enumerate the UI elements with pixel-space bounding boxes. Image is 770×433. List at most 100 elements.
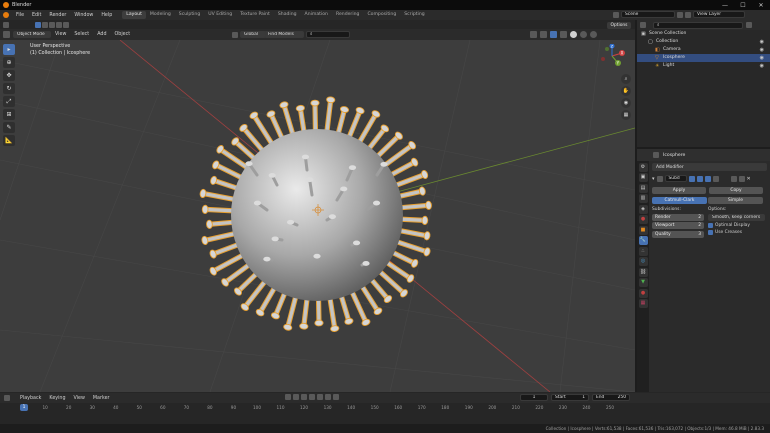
menu-help[interactable]: Help — [97, 13, 116, 18]
rendered-shading-icon[interactable] — [590, 31, 597, 38]
physics-tab-icon[interactable]: ◎ — [638, 257, 648, 266]
minimize-button[interactable]: — — [716, 0, 734, 10]
jump-end-icon[interactable] — [333, 394, 339, 400]
tab-uv-editing[interactable]: UV Editing — [204, 11, 236, 19]
catmull-clark-button[interactable]: Catmull-Clark — [652, 197, 707, 204]
filter-icon[interactable] — [746, 22, 752, 28]
visibility-eye-icon[interactable]: ◉ — [760, 46, 764, 54]
mode-dropdown[interactable]: Object Mode — [13, 31, 51, 38]
viewport-levels-field[interactable]: Viewport 2 — [652, 222, 704, 229]
menu-file[interactable]: File — [12, 13, 28, 18]
menu-render[interactable]: Render — [45, 13, 70, 18]
blender-menu-icon[interactable] — [3, 12, 9, 18]
visibility-icon[interactable] — [530, 31, 537, 38]
cage-toggle-icon[interactable] — [712, 175, 719, 182]
zoom-icon[interactable]: ⌕ — [621, 74, 631, 84]
menu-timeline-view[interactable]: View — [70, 396, 89, 401]
tab-rendering[interactable]: Rendering — [332, 11, 363, 19]
modifier-name-input[interactable]: Subd — [664, 175, 687, 182]
scene-field[interactable]: Scene — [621, 11, 675, 18]
tab-scripting[interactable]: Scripting — [400, 11, 428, 19]
select-box-icon[interactable]: ▸ — [3, 44, 15, 55]
perspective-grid-icon[interactable]: ▦ — [621, 110, 631, 120]
maximize-button[interactable]: ☐ — [734, 0, 752, 10]
particles-tab-icon[interactable]: ∴ — [638, 246, 648, 256]
visibility-eye-icon[interactable]: ◉ — [760, 62, 764, 70]
editor-type-icon[interactable] — [3, 21, 9, 28]
gizmo-toggle-icon[interactable] — [540, 31, 547, 38]
jump-start-icon[interactable] — [293, 394, 299, 400]
outliner-row[interactable]: ▣ Scene Collection — [637, 30, 770, 38]
transform-icon[interactable]: ⊞ — [3, 109, 15, 120]
output-tab-icon[interactable]: ▤ — [638, 183, 648, 193]
next-key-icon[interactable] — [325, 394, 331, 400]
outliner-row[interactable]: ▢ Collection ◉ — [637, 38, 770, 46]
move-down-icon[interactable] — [738, 175, 745, 182]
use-creases-checkbox[interactable] — [708, 230, 713, 235]
view-layer-field[interactable]: View Layer — [693, 11, 745, 18]
orientation-dropdown[interactable]: Global — [240, 31, 266, 38]
data-tab-icon[interactable]: ▼ — [638, 278, 648, 287]
material-shading-icon[interactable] — [580, 31, 587, 38]
material-tab-icon[interactable]: ● — [638, 288, 648, 298]
annotate-icon[interactable]: ✎ — [3, 122, 15, 133]
object-tab-icon[interactable]: ■ — [638, 225, 648, 235]
modifier-tab-icon[interactable]: 🔧 — [638, 236, 648, 245]
move-up-icon[interactable] — [730, 175, 737, 182]
viewport-type-icon[interactable] — [3, 31, 10, 38]
timeline-type-icon[interactable] — [4, 395, 10, 401]
menu-marker[interactable]: Marker — [89, 396, 114, 401]
find-models-button[interactable]: Find Models — [264, 31, 304, 38]
3d-viewport[interactable]: User Perspective (1) Collection | Icosph… — [0, 40, 635, 392]
measure-icon[interactable]: 📐 — [3, 135, 15, 146]
rotate-icon[interactable]: ↻ — [3, 83, 15, 94]
menu-playback[interactable]: Playback — [16, 396, 45, 401]
world-tab-icon[interactable]: ● — [638, 215, 648, 224]
select-mode-new-icon[interactable] — [35, 21, 41, 28]
move-icon[interactable]: ✥ — [3, 70, 15, 81]
uv-smooth-dropdown[interactable]: Smooth, keep corners — [708, 214, 765, 221]
outliner-type-icon[interactable] — [640, 22, 646, 28]
visibility-eye-icon[interactable]: ◉ — [760, 54, 764, 62]
collapse-chevron-icon[interactable]: ▾ — [652, 176, 655, 182]
render-tab-icon[interactable]: ▣ — [638, 173, 648, 182]
camera-view-icon[interactable]: ◉ — [621, 98, 631, 108]
start-frame-field[interactable]: Start 1 — [551, 394, 589, 401]
tab-layout[interactable]: Layout — [122, 11, 146, 19]
select-mode-invert-icon[interactable] — [56, 21, 62, 28]
tab-shading[interactable]: Shading — [274, 11, 301, 19]
options-button[interactable]: Options — [607, 22, 631, 29]
solid-shading-icon[interactable] — [570, 31, 577, 38]
select-mode-subtract-icon[interactable] — [49, 21, 55, 28]
scale-icon[interactable]: ⤢ — [3, 96, 15, 107]
frame-ruler[interactable]: 1102030405060708090100110120130140150160… — [0, 404, 635, 413]
viewport-toggle-icon[interactable] — [696, 175, 703, 182]
simple-button[interactable]: Simple — [708, 197, 763, 204]
tab-animation[interactable]: Animation — [301, 11, 332, 19]
menu-add[interactable]: Add — [93, 32, 110, 37]
close-button[interactable]: ✕ — [752, 0, 770, 10]
apply-button[interactable]: Apply — [652, 187, 706, 194]
record-icon[interactable] — [285, 394, 291, 400]
end-frame-field[interactable]: End 250 — [592, 394, 630, 401]
view-layer-tab-icon[interactable]: ▥ — [638, 194, 648, 203]
prev-key-icon[interactable] — [301, 394, 307, 400]
menu-view[interactable]: View — [51, 32, 70, 37]
remove-modifier-icon[interactable]: ✕ — [747, 176, 751, 182]
playhead[interactable]: 1 — [20, 404, 28, 411]
render-levels-field[interactable]: Render 2 — [652, 214, 704, 221]
scene-tab-icon[interactable]: ◈ — [638, 204, 648, 214]
tab-sculpting[interactable]: Sculpting — [175, 11, 204, 19]
overlay-toggle-icon[interactable] — [550, 31, 557, 38]
outliner-search-input[interactable]: ⌕ — [653, 21, 743, 29]
menu-keying[interactable]: Keying — [45, 396, 69, 401]
copy-button[interactable]: Copy — [709, 187, 763, 194]
new-scene-icon[interactable] — [677, 11, 683, 18]
tool-tab-icon[interactable]: ⚙ — [638, 162, 648, 172]
play-reverse-icon[interactable] — [309, 394, 315, 400]
optimal-display-checkbox[interactable] — [708, 223, 713, 228]
add-modifier-dropdown[interactable]: Add Modifier — [652, 163, 767, 171]
menu-object[interactable]: Object — [111, 32, 135, 37]
outliner-row[interactable]: ▽ Icosphere ◉ — [637, 54, 770, 62]
play-icon[interactable] — [317, 394, 323, 400]
